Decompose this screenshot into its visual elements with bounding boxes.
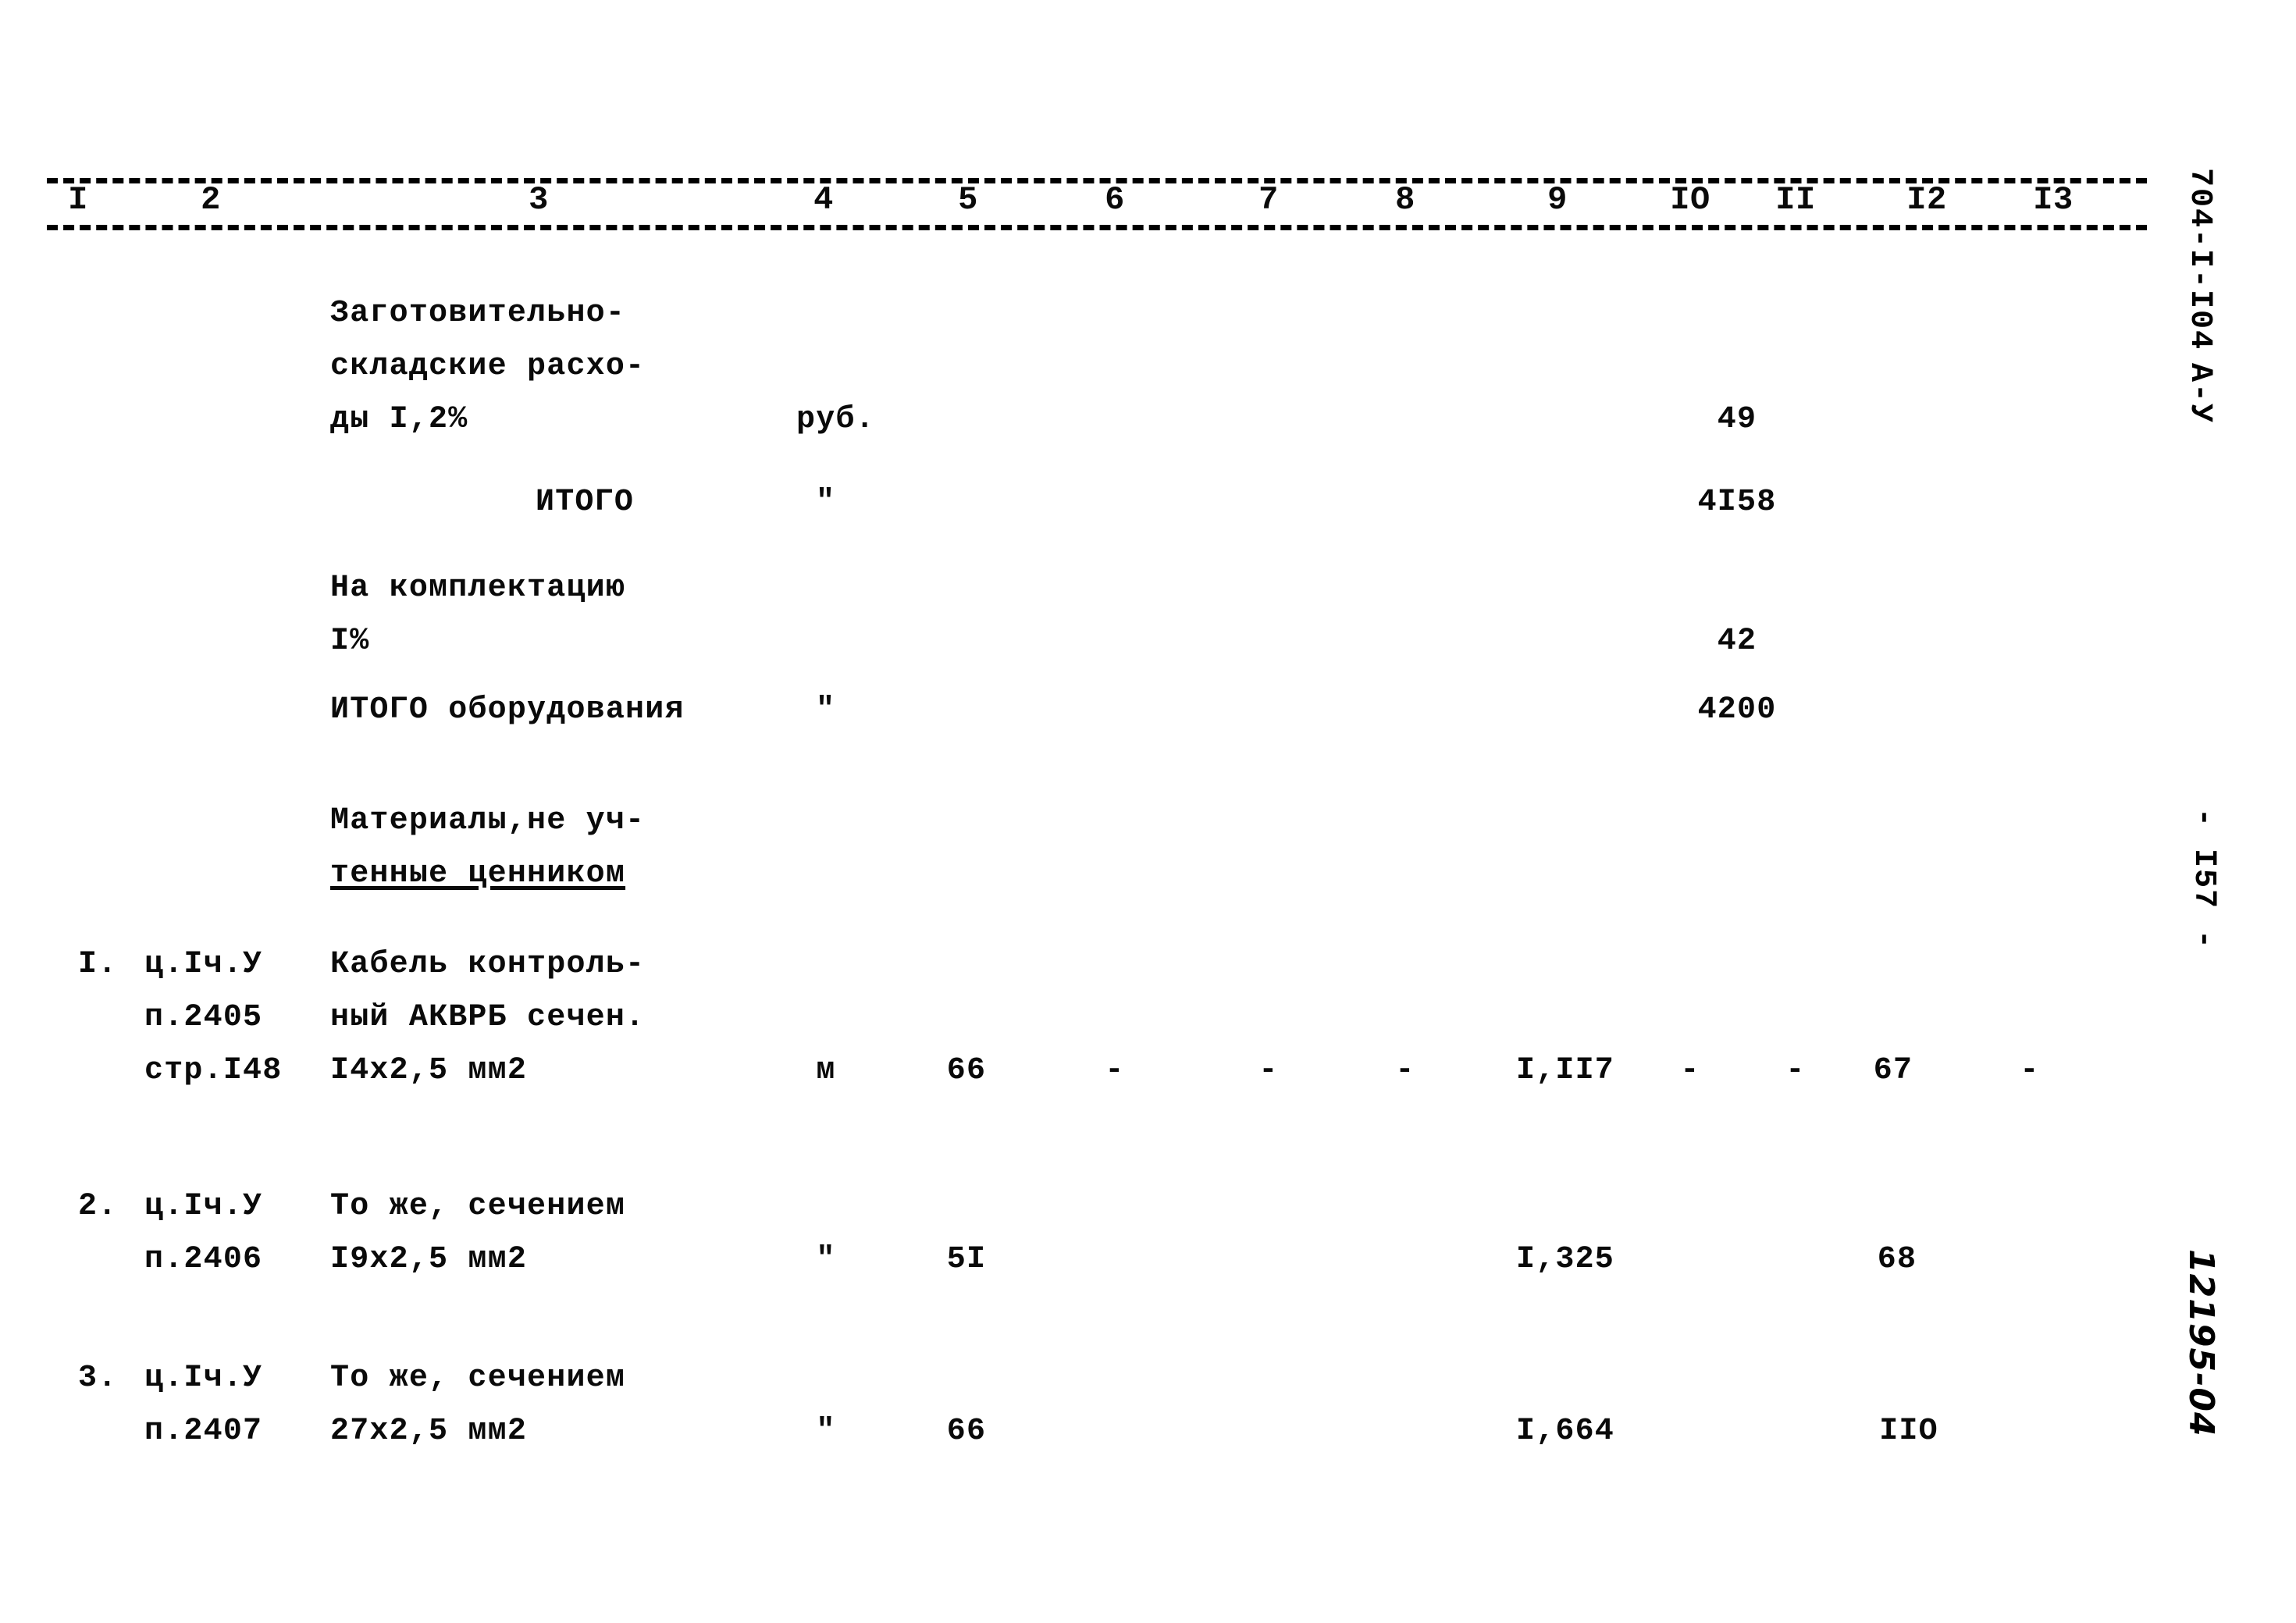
item-2-col-9: I,325 [1515,1242,1615,1277]
item-2-col-12: 68 [1877,1242,1917,1277]
table-header-rule-bottom [47,225,2147,230]
row-itogo-label: ИТОГО [536,485,635,520]
item-1-col-13: - [2020,1053,2040,1088]
document-code-suffix: А-У [2182,363,2217,425]
item-1-number: I. [78,947,118,982]
column-number-6: 6 [1105,181,1125,219]
row-itogo-amount: 4I58 [1697,485,1777,520]
column-number-2: 2 [201,181,221,219]
item-3-ref-line-2: п.2407 [144,1414,263,1449]
column-number-7: 7 [1258,181,1279,219]
row-komplektaciya-amount: 42 [1717,624,1757,659]
item-3-unit: " [816,1414,836,1449]
item-2-ref-line-2: п.2406 [144,1242,263,1277]
column-number-8: 8 [1395,181,1415,219]
row-itogo-oborudovaniya-amount: 4200 [1697,692,1777,728]
row-zagotovitelnye-name-line-1: Заготовительно- [330,296,626,331]
item-2-ref-line-1: ц.Iч.У [144,1189,263,1224]
item-3-name-line-1: То же, сечением [330,1361,626,1396]
archive-number: 12195-04 [2181,1249,2221,1437]
item-1-col-6: - [1105,1053,1125,1088]
item-1-col-12: 67 [1873,1053,1913,1088]
item-3-ref-line-1: ц.Iч.У [144,1361,263,1396]
item-1-col-7: - [1258,1053,1279,1088]
item-3-col-9: I,664 [1515,1414,1615,1449]
column-number-11: II [1775,181,1816,219]
column-number-3: 3 [529,181,549,219]
item-2-number: 2. [78,1189,118,1224]
page-marker: - I57 - [2186,808,2221,951]
row-komplektaciya-name-line-1: На комплектацию [330,571,626,606]
item-3-col-12: IIO [1879,1414,1938,1449]
document-code: 704-I-I04 [2182,168,2217,351]
item-3-qty: 66 [946,1414,987,1449]
item-1-col-8: - [1395,1053,1415,1088]
column-number-4: 4 [813,181,834,219]
item-1-col-10: - [1680,1053,1700,1088]
row-itogo-oborudovaniya-unit: " [816,692,836,728]
section-heading-line-1: Материалы,не уч- [330,803,646,838]
item-3-name-line-2: 27х2,5 мм2 [330,1414,528,1449]
item-3-number: 3. [78,1361,118,1396]
item-1-col-11: - [1785,1053,1806,1088]
column-number-9: 9 [1547,181,1568,219]
item-1-name-line-1: Кабель контроль- [330,947,646,982]
row-itogo-oborudovaniya-label: ИТОГО оборудования [330,692,685,728]
document-page: I 2 3 4 5 6 7 8 9 IO II I2 I3 Заготовите… [0,0,2296,1623]
item-1-ref-line-3: стр.I48 [144,1053,283,1088]
column-number-1: I [68,181,88,219]
item-2-unit: " [816,1242,836,1277]
item-1-unit: м [816,1053,836,1088]
row-zagotovitelnye-unit: руб. [796,402,875,437]
column-number-5: 5 [958,181,978,219]
item-1-col-9: I,II7 [1515,1053,1615,1088]
row-zagotovitelnye-name-line-2: складские расхо- [330,349,646,384]
item-1-name-line-3: I4х2,5 мм2 [330,1053,528,1088]
item-1-ref-line-2: п.2405 [144,1000,263,1035]
table-header-rule-top [47,178,2147,183]
item-2-name-line-2: I9х2,5 мм2 [330,1242,528,1277]
row-zagotovitelnye-name-line-3: ды I,2% [330,402,468,437]
row-komplektaciya-name-line-2: I% [330,624,370,659]
row-itogo-unit: " [816,485,836,520]
section-heading-line-2: тенные ценником [330,856,626,892]
item-1-ref-line-1: ц.Iч.У [144,947,263,982]
column-number-12: I2 [1906,181,1947,219]
column-number-10: IO [1670,181,1710,219]
item-2-qty: 5I [946,1242,987,1277]
item-1-name-line-2: ный АКВРБ сечен. [330,1000,646,1035]
item-1-qty: 66 [946,1053,987,1088]
item-2-name-line-1: То же, сечением [330,1189,626,1224]
column-number-13: I3 [2033,181,2074,219]
row-zagotovitelnye-amount: 49 [1717,402,1757,437]
